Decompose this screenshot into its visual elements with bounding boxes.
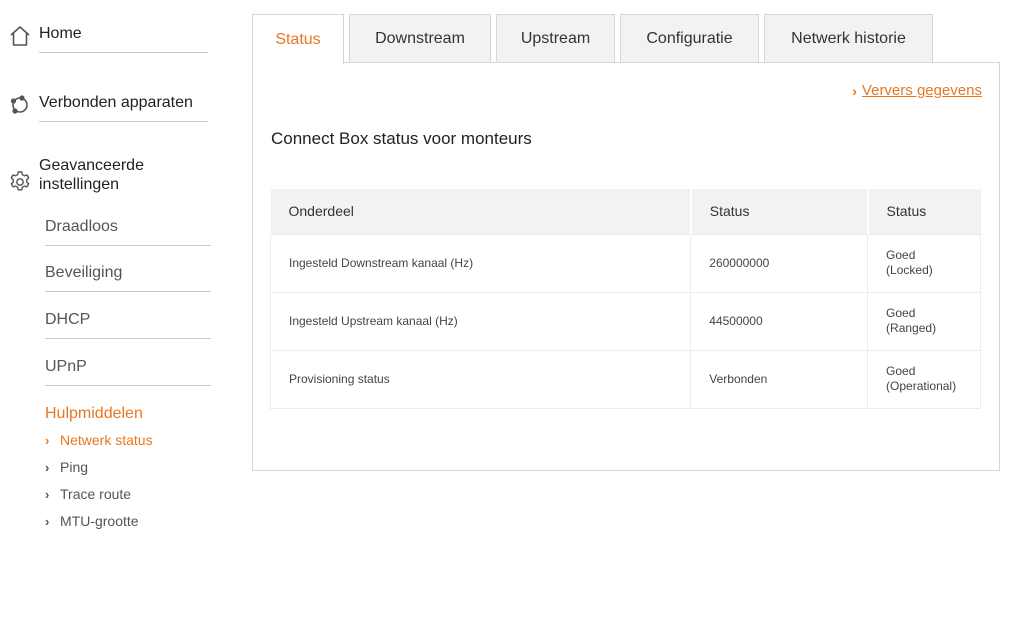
- tool-label: Netwerk status: [60, 432, 153, 448]
- status-panel: › Ververs gegevens Connect Box status vo…: [252, 62, 1000, 471]
- column-header-status-2: Status: [867, 189, 981, 234]
- nav-advanced-label-line2: instellingen: [39, 176, 120, 193]
- status-detail: (Operational): [886, 379, 957, 393]
- sidebar-item-hulpmiddelen[interactable]: Hulpmiddelen: [45, 404, 143, 423]
- chevron-right-icon: ›: [45, 460, 50, 475]
- tab-upstream[interactable]: Upstream: [496, 14, 615, 62]
- sidebar-item-upnp[interactable]: UPnP: [45, 357, 211, 386]
- column-header-status: Status: [690, 189, 869, 234]
- cell-item: Provisioning status: [269, 349, 692, 409]
- table-header-row: Onderdeel Status Status: [270, 189, 981, 234]
- sidebar-item-beveiliging[interactable]: Beveiliging: [45, 263, 211, 292]
- nav-home-label: Home: [39, 25, 82, 42]
- chevron-right-icon: ›: [45, 514, 50, 529]
- chevron-right-icon: ›: [45, 487, 50, 502]
- status-detail: (Ranged): [886, 321, 937, 335]
- page-title: Connect Box status voor monteurs: [271, 129, 532, 148]
- cell-value: Verbonden: [690, 349, 869, 409]
- nav-devices-label: Verbonden apparaten: [39, 94, 193, 111]
- chevron-right-icon: ›: [852, 82, 857, 99]
- sidebar-tool-mtu-grootte[interactable]: › MTU-grootte: [45, 513, 139, 530]
- status-text: Goed: [886, 248, 916, 262]
- tool-label: Trace route: [60, 486, 132, 502]
- table-row: Ingesteld Upstream kanaal (Hz) 44500000 …: [269, 291, 981, 351]
- cell-status: Goed (Operational): [867, 349, 981, 409]
- sidebar-tool-netwerk-status[interactable]: › Netwerk status: [45, 432, 153, 449]
- column-header-onderdeel: Onderdeel: [270, 189, 692, 234]
- nav-advanced-settings[interactable]: Geavanceerde instellingen: [8, 156, 208, 203]
- tool-label: Ping: [60, 459, 89, 475]
- status-text: Goed: [886, 364, 916, 378]
- nav-advanced-label-line1: Geavanceerde: [39, 157, 144, 174]
- sidebar-item-draadloos[interactable]: Draadloos: [45, 217, 211, 246]
- nav-connected-devices[interactable]: Verbonden apparaten: [8, 93, 208, 122]
- chevron-right-icon: ›: [45, 433, 50, 448]
- refresh-label: Ververs gegevens: [861, 82, 982, 99]
- sidebar-tool-ping[interactable]: › Ping: [45, 459, 88, 476]
- cell-status: Goed (Ranged): [867, 291, 981, 351]
- table-row: Ingesteld Downstream kanaal (Hz) 2600000…: [269, 233, 981, 293]
- cell-status: Goed (Locked): [867, 233, 981, 293]
- tool-label: MTU-grootte: [60, 513, 139, 529]
- cell-item: Ingesteld Upstream kanaal (Hz): [269, 291, 692, 351]
- home-icon: [8, 24, 32, 48]
- status-table: Onderdeel Status Status Ingesteld Downst…: [269, 189, 981, 409]
- tab-status[interactable]: Status: [252, 14, 344, 64]
- tab-configuratie[interactable]: Configuratie: [620, 14, 759, 62]
- sidebar-item-dhcp[interactable]: DHCP: [45, 310, 211, 339]
- cell-value: 260000000: [690, 233, 869, 293]
- tab-netwerk-historie[interactable]: Netwerk historie: [764, 14, 933, 62]
- refresh-link[interactable]: › Ververs gegevens: [852, 82, 982, 99]
- sidebar-tool-trace-route[interactable]: › Trace route: [45, 486, 131, 503]
- gear-icon: [8, 170, 32, 194]
- tab-downstream[interactable]: Downstream: [349, 14, 491, 62]
- table-row: Provisioning status Verbonden Goed (Oper…: [269, 349, 981, 409]
- devices-icon: [8, 93, 32, 117]
- cell-item: Ingesteld Downstream kanaal (Hz): [269, 233, 692, 293]
- nav-home[interactable]: Home: [8, 24, 208, 53]
- status-text: Goed: [886, 306, 916, 320]
- cell-value: 44500000: [690, 291, 869, 351]
- status-detail: (Locked): [886, 263, 933, 277]
